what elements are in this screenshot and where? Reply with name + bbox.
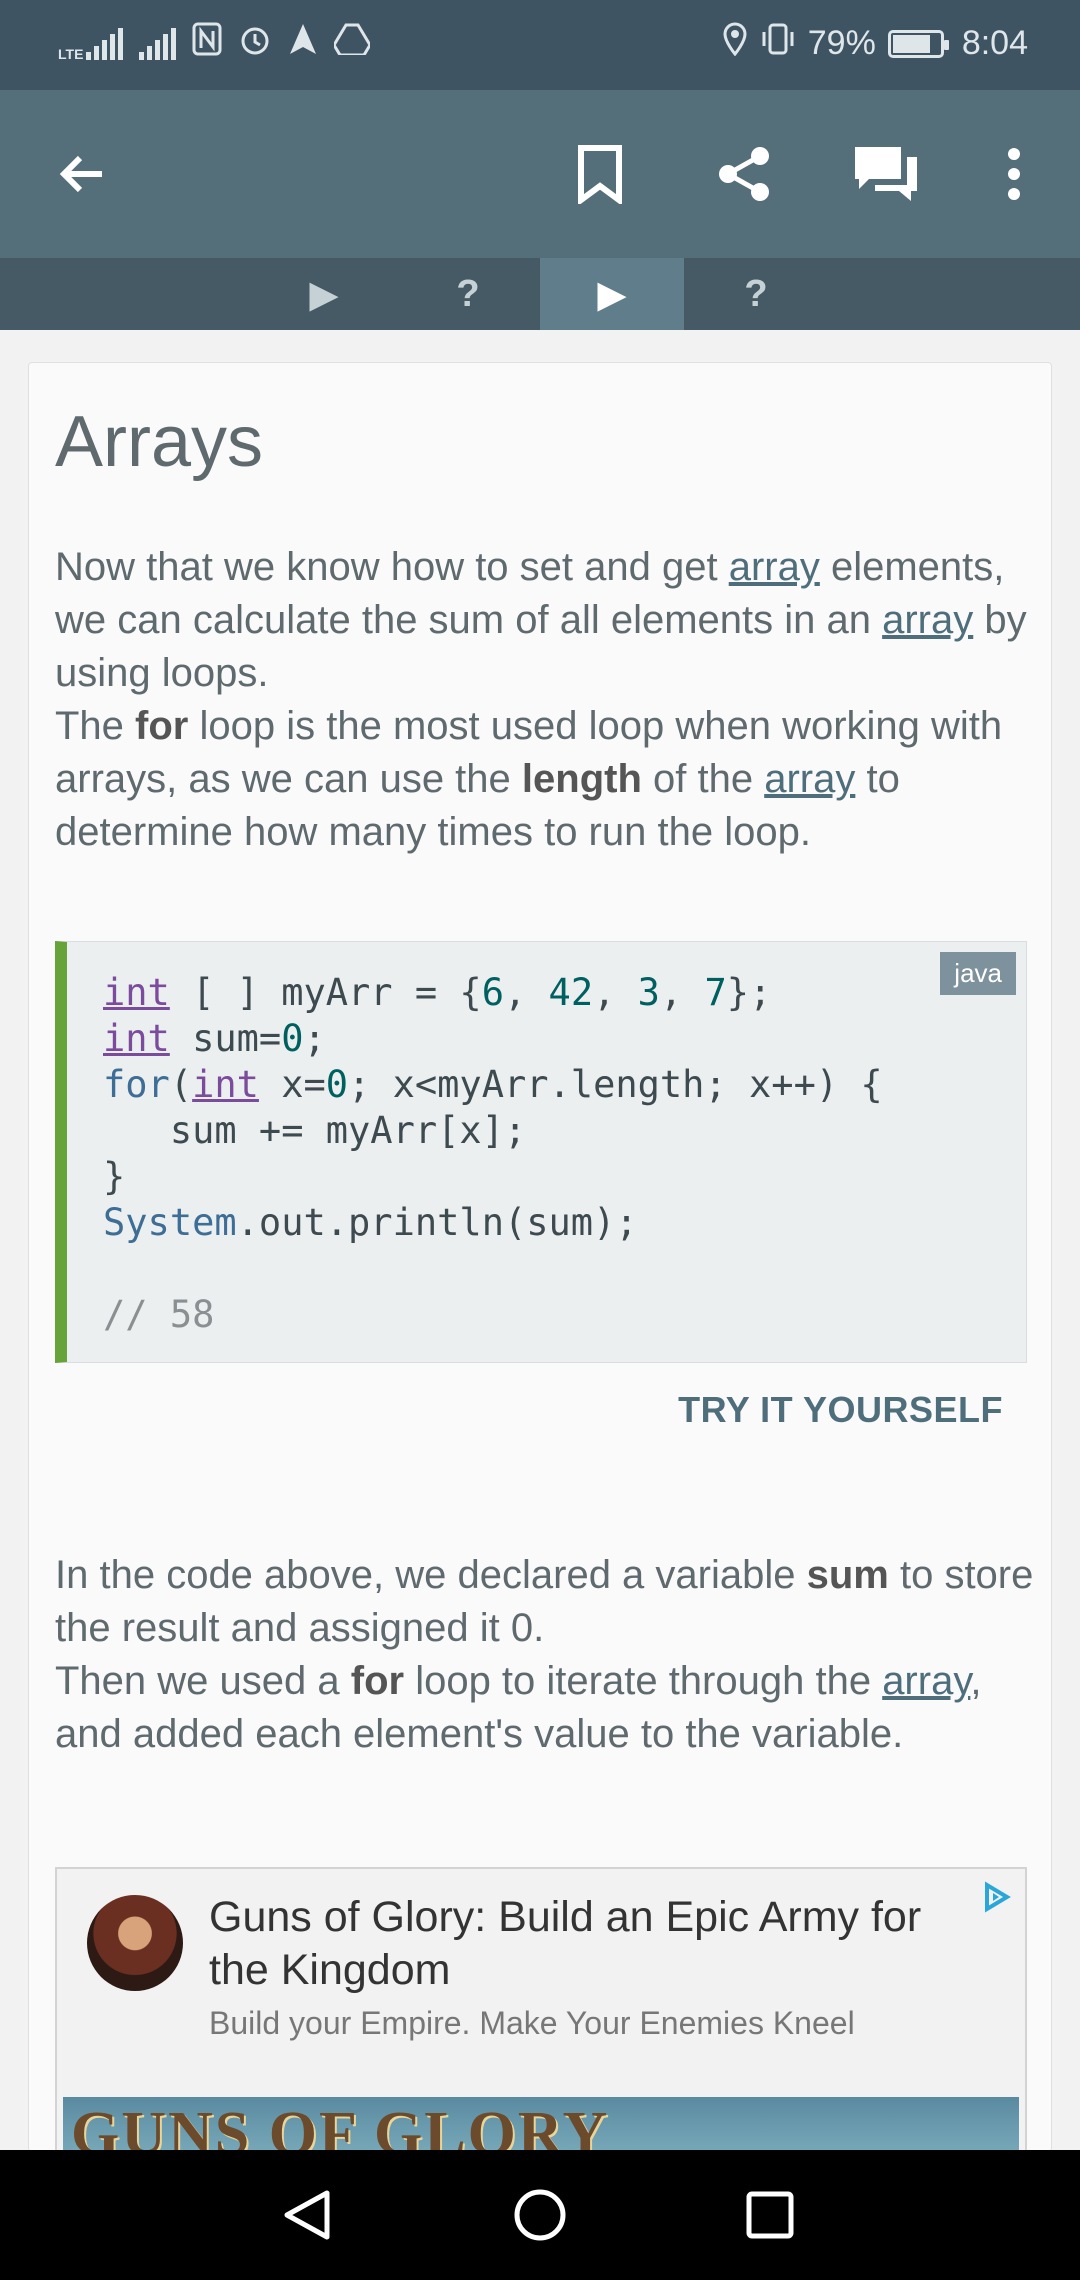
glossary-link-array[interactable]: array: [764, 757, 855, 801]
clock: 8:04: [961, 24, 1028, 62]
try-it-yourself-button[interactable]: TRY IT YOURSELF: [678, 1389, 1003, 1431]
glossary-link-array[interactable]: array: [882, 1659, 970, 1703]
adchoices-icon[interactable]: [979, 1879, 1015, 1920]
lesson-paragraph-2: In the code above, we declared a variabl…: [55, 1553, 1034, 1756]
more-options-button[interactable]: [970, 130, 1058, 218]
app-bar: [0, 90, 1080, 258]
triangle-back-icon: [284, 2190, 330, 2240]
nav-recents-button[interactable]: [735, 2180, 805, 2250]
circle-home-icon: [514, 2189, 566, 2241]
tab-quiz-2[interactable]: ?: [684, 258, 828, 330]
lte-signal-icon: LTE: [58, 26, 124, 62]
lesson-tabs: ▶ ? ▶ ?: [0, 258, 1080, 330]
battery-percent: 79%: [807, 24, 876, 62]
status-bar: LTE 79% 8:04: [0, 0, 1080, 90]
tab-lesson-2[interactable]: ▶: [540, 258, 684, 330]
square-recents-icon: [746, 2191, 794, 2239]
more-vert-icon: [1008, 148, 1020, 200]
drive-icon: [332, 23, 373, 63]
back-button[interactable]: [38, 130, 126, 218]
code-content: int [ ] myArr = {6, 42, 3, 7}; int sum=0…: [103, 971, 883, 1336]
ad-subtitle: Build your Empire. Make Your Enemies Kne…: [209, 2005, 855, 2041]
signal-icon: [139, 26, 177, 60]
tab-quiz-1[interactable]: ?: [396, 258, 540, 330]
navigation-bar: [0, 2150, 1080, 2280]
ad-app-icon[interactable]: [87, 1895, 183, 1991]
vibrate-icon: [760, 22, 796, 65]
code-block: java int [ ] myArr = {6, 42, 3, 7}; int …: [55, 941, 1027, 1363]
ad-title[interactable]: Guns of Glory: Build an Epic Army for th…: [209, 1891, 969, 1997]
code-language-badge: java: [940, 952, 1016, 995]
ad-image[interactable]: GUNS OF GLORY: [63, 2097, 1019, 2152]
nfc-icon: [192, 22, 222, 64]
battery-icon: [887, 29, 949, 58]
share-icon: [719, 147, 769, 201]
nav-back-button[interactable]: [272, 2180, 342, 2250]
ad-image-text: GUNS OF GLORY: [71, 2100, 610, 2152]
tab-lesson-1[interactable]: ▶: [252, 258, 396, 330]
glossary-link-array[interactable]: array: [882, 598, 973, 642]
share-button[interactable]: [700, 130, 788, 218]
glossary-link-array[interactable]: array: [729, 545, 820, 589]
network-type: LTE: [58, 46, 84, 62]
comments-icon: [855, 147, 917, 201]
nav-home-button[interactable]: [505, 2180, 575, 2250]
navigation-icon: [288, 22, 318, 64]
arrow-left-icon: [59, 155, 102, 193]
ad-banner[interactable]: Guns of Glory: Build an Epic Army for th…: [55, 1867, 1027, 2152]
lesson-card: Arrays Now that we know how to set and g…: [28, 362, 1052, 2152]
lesson-title: Arrays: [55, 402, 264, 482]
bookmark-icon: [578, 145, 622, 204]
bookmark-button[interactable]: [556, 130, 644, 218]
lesson-paragraph-1: Now that we know how to set and get arra…: [55, 545, 1027, 854]
comments-button[interactable]: [842, 130, 930, 218]
location-icon: [722, 22, 748, 65]
alarm-icon: [238, 22, 272, 64]
